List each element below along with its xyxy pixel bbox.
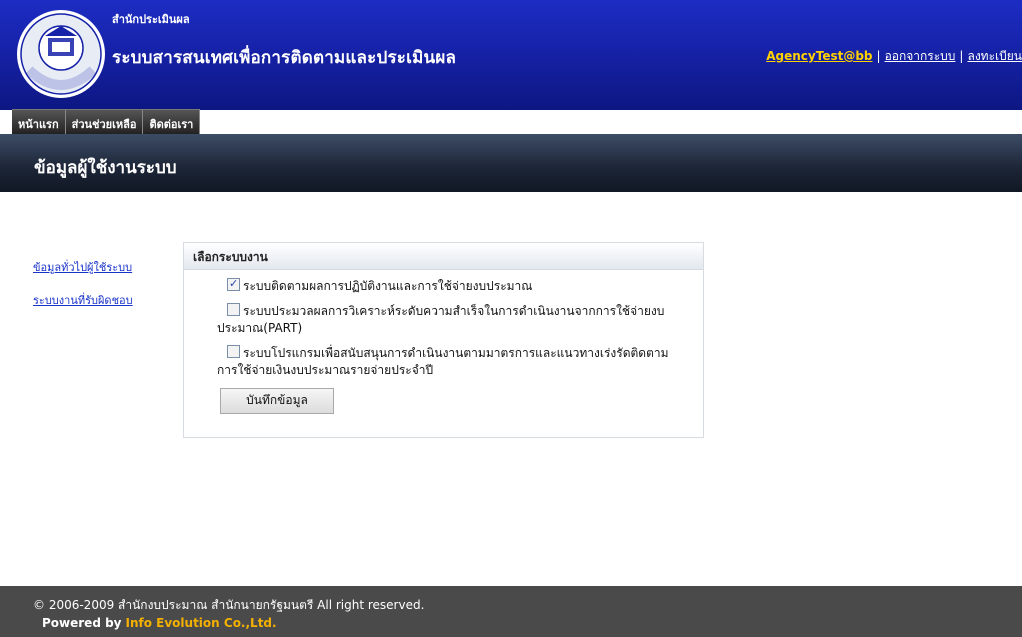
copyright-text: © 2006-2009 สำนักงบประมาณ สำนักนายกรัฐมน…	[33, 598, 425, 612]
company-name: Info Evolution Co.,Ltd.	[125, 616, 277, 630]
page-title: ข้อมูลผู้ใช้งานระบบ	[34, 158, 177, 178]
option-row-3: ระบบโปรแกรมเพื่อสนับสนุนการดำเนินงานตามม…	[217, 345, 697, 379]
register-link[interactable]: ลงทะเบียน	[967, 49, 1022, 63]
menu-general-info[interactable]: ข้อมูลทั่วไปผู้ใช้ระบบ	[33, 258, 133, 276]
header-bar: สำนักประเมินผล ระบบสารสนเทศเพื่อการติดตา…	[0, 0, 1022, 110]
option-label-2-cont: ประมาณ(PART)	[217, 321, 303, 335]
powered-by: Powered by Info Evolution Co.,Ltd.	[42, 616, 277, 630]
panel-heading: เลือกระบบงาน	[184, 243, 703, 270]
option-label-3-cont: การใช้จ่ายเงินงบประมาณรายจ่ายประจำปี	[217, 363, 434, 377]
option-label-2: ระบบประมวลผลการวิเคราะห์ระดับความสำเร็จใ…	[243, 304, 665, 318]
footer: © 2006-2009 สำนักงบประมาณ สำนักนายกรัฐมน…	[0, 586, 1022, 637]
option-label-3: ระบบโปรแกรมเพื่อสนับสนุนการดำเนินงานตามม…	[243, 346, 669, 360]
powered-by-label: Powered by	[42, 616, 122, 630]
option-row-2: ระบบประมวลผลการวิเคราะห์ระดับความสำเร็จใ…	[217, 303, 697, 337]
left-menu: ข้อมูลทั่วไปผู้ใช้ระบบ ระบบงานที่รับผิดช…	[33, 258, 133, 324]
checkbox-option-2[interactable]	[227, 303, 240, 316]
org-name: สำนักประเมินผล	[112, 13, 190, 26]
user-account-link[interactable]: AgencyTest@bb	[766, 49, 872, 63]
user-links: AgencyTest@bb | ออกจากระบบ | ลงทะเบียน	[766, 49, 1022, 63]
tab-help[interactable]: ส่วนช่วยเหลือ	[65, 109, 144, 134]
tab-home[interactable]: หน้าแรก	[12, 109, 66, 134]
system-name: ระบบสารสนเทศเพื่อการติดตามและประเมินผล	[112, 48, 457, 68]
budget-bureau-seal-icon	[17, 10, 105, 98]
menu-responsible-systems[interactable]: ระบบงานที่รับผิดชอบ	[33, 291, 133, 309]
checkbox-option-3[interactable]	[227, 345, 240, 358]
logout-link[interactable]: ออกจากระบบ	[885, 49, 956, 63]
option-row-1: ระบบติดตามผลการปฏิบัติงานและการใช้จ่ายงบ…	[227, 275, 697, 295]
main-nav: หน้าแรก ส่วนช่วยเหลือ ติดต่อเรา	[12, 109, 201, 134]
system-select-panel: เลือกระบบงาน ระบบติดตามผลการปฏิบัติงานแล…	[183, 242, 704, 438]
tab-contact[interactable]: ติดต่อเรา	[143, 109, 201, 134]
title-band: ข้อมูลผู้ใช้งานระบบ	[0, 134, 1022, 192]
save-button[interactable]: บันทึกข้อมูล	[220, 388, 334, 414]
checkbox-option-1[interactable]	[227, 275, 240, 292]
option-label-1: ระบบติดตามผลการปฏิบัติงานและการใช้จ่ายงบ…	[243, 279, 533, 293]
